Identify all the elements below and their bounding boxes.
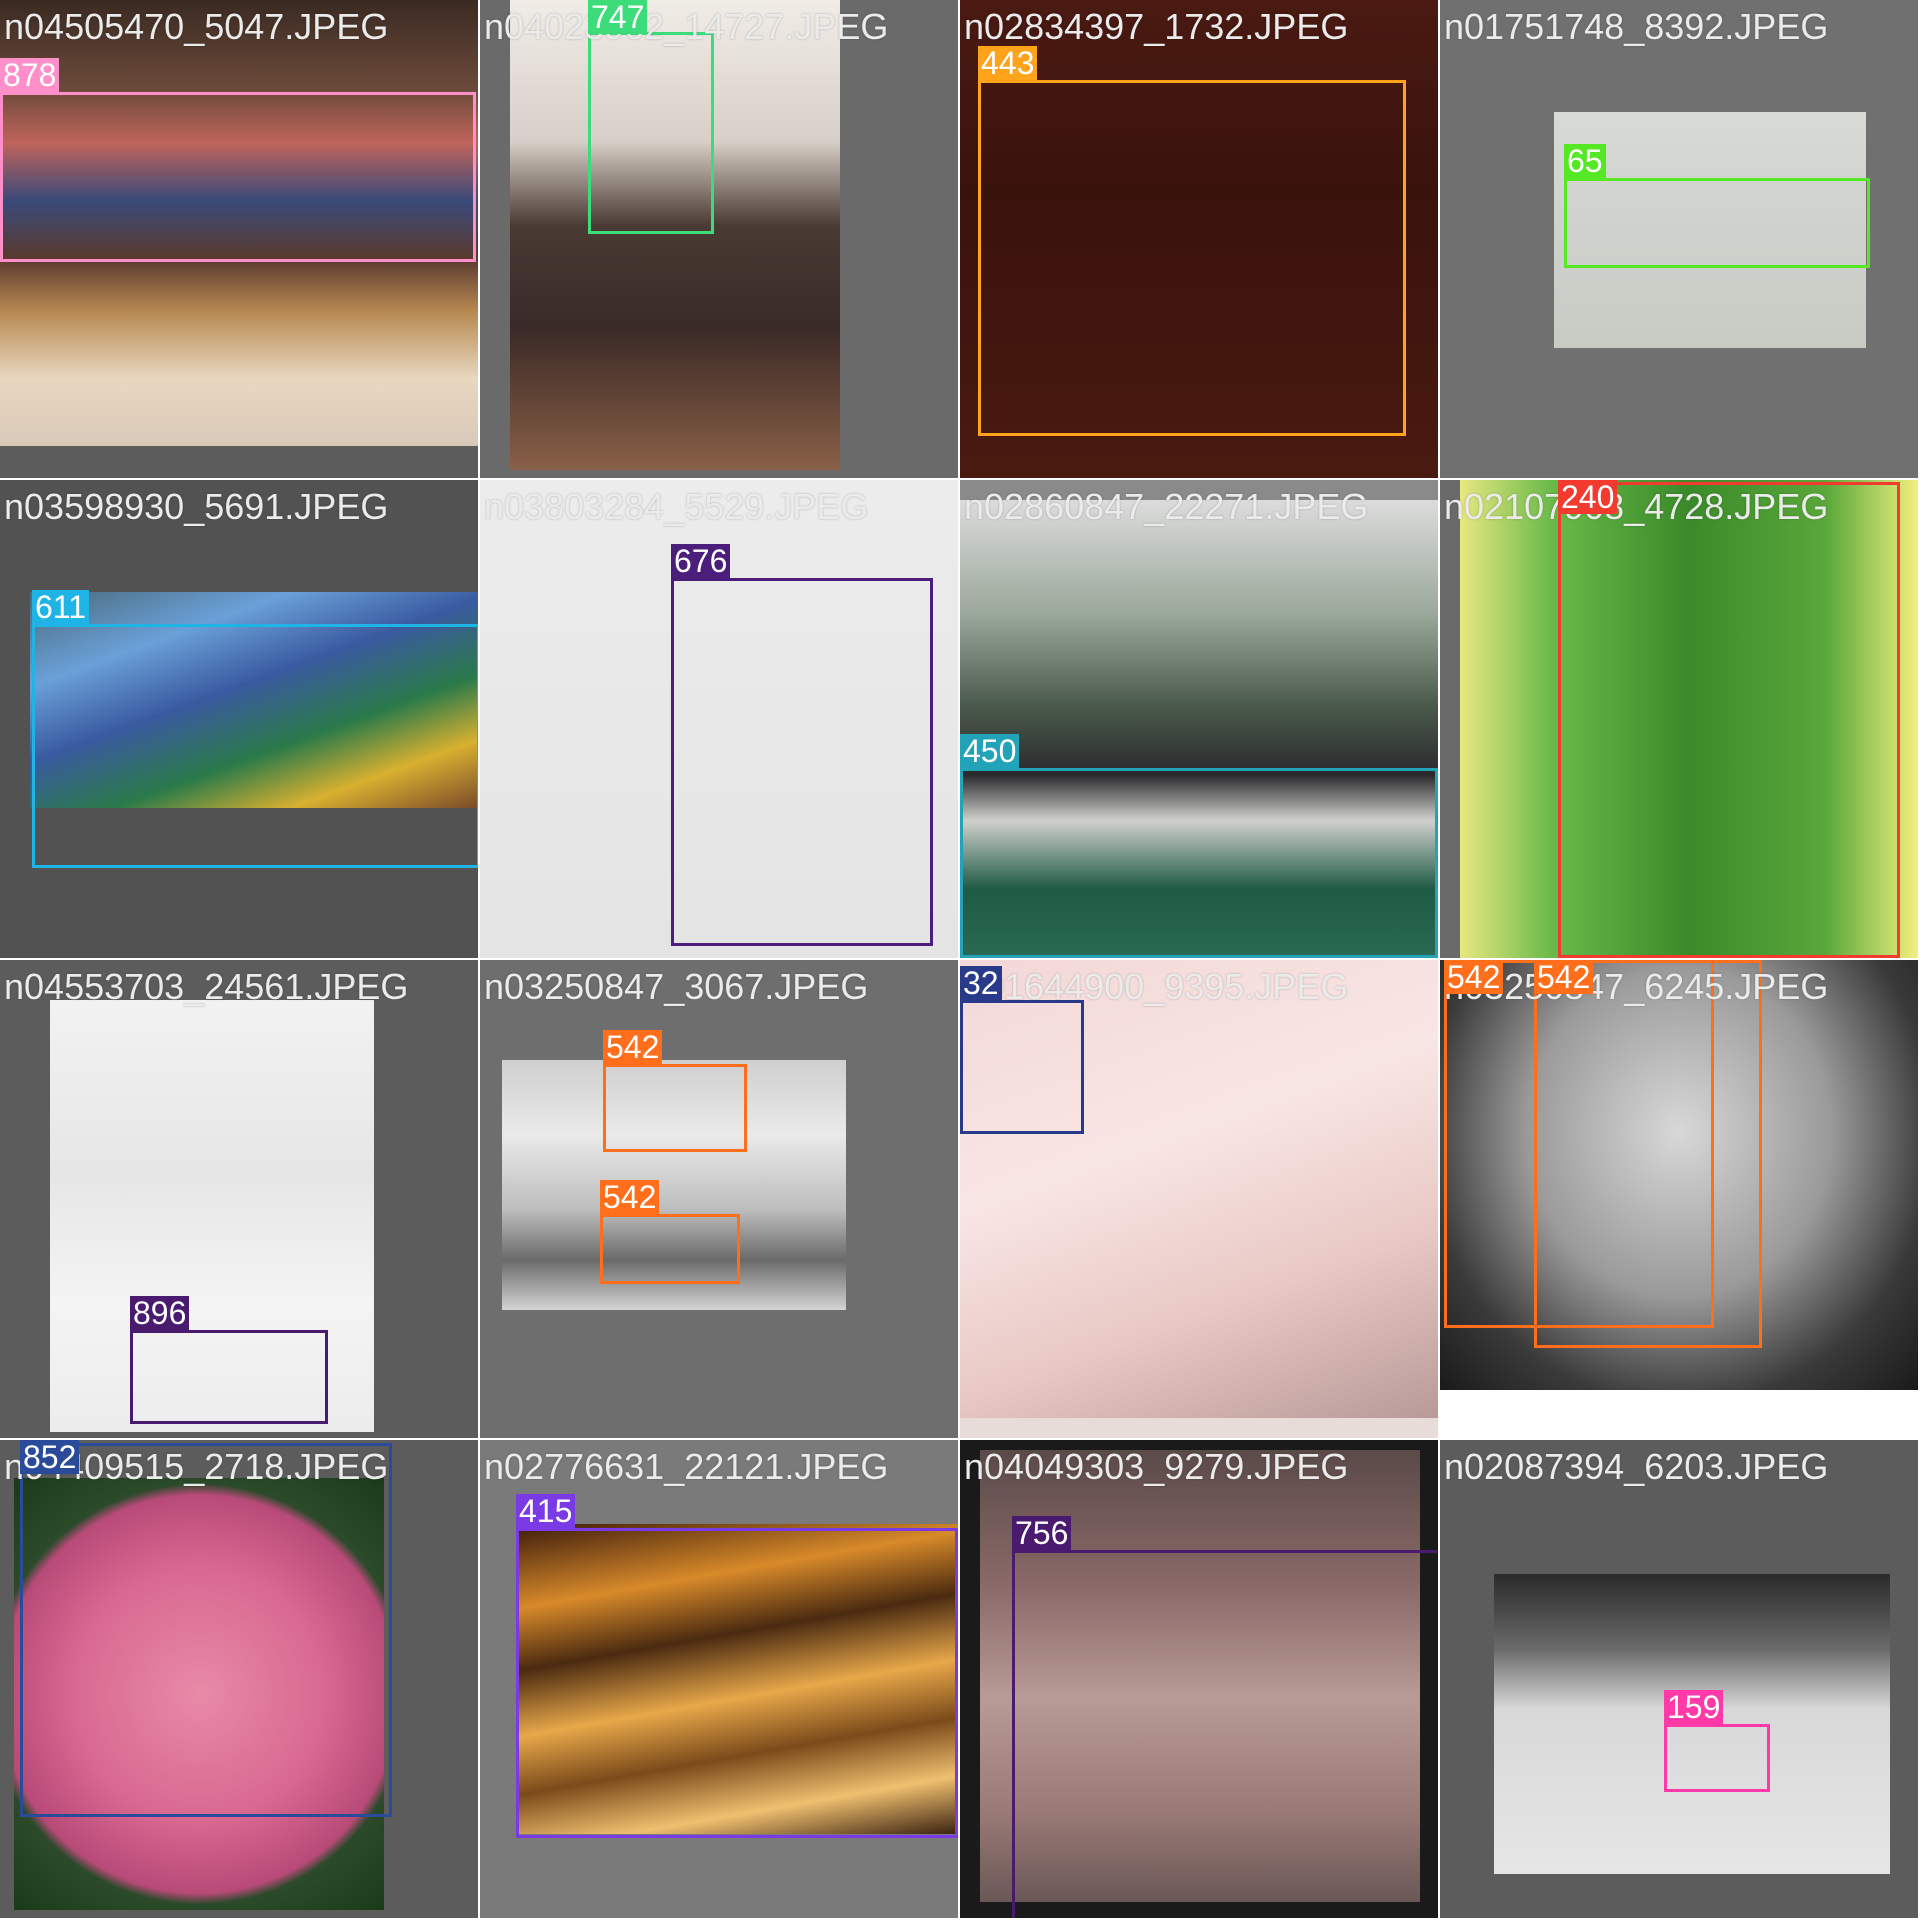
detection-label: 450 <box>960 734 1020 768</box>
grid-tile: 747 n04023962_14727.JPEG <box>480 0 958 478</box>
grid-tile: 852 n04409515_2718.JPEG <box>0 1440 478 1918</box>
detection-box <box>1564 178 1870 268</box>
detection-box <box>130 1330 328 1424</box>
tile-filename: n03250847_3067.JPEG <box>484 966 869 1007</box>
tile-filename: n03598930_5691.JPEG <box>4 486 389 527</box>
detection-label: 159 <box>1664 1690 1724 1724</box>
grid-tile: 896 n04553703_24561.JPEG <box>0 960 478 1438</box>
detection-box <box>960 1000 1084 1134</box>
tile-filename: n04505470_5047.JPEG <box>4 6 389 47</box>
detection-label: 542 <box>603 1030 663 1064</box>
tile-filename: n04023962_14727.JPEG <box>484 6 889 47</box>
detection-box <box>32 624 478 868</box>
detection-label: 878 <box>0 58 60 92</box>
detection-label: 240 <box>1558 480 1618 514</box>
detection-box <box>671 578 933 946</box>
detection-box <box>603 1064 747 1152</box>
detection-label: 65 <box>1564 144 1606 178</box>
tile-filename: n01644900_9395.JPEG <box>964 966 1349 1007</box>
tile-filename: n02107908_4728.JPEG <box>1444 486 1829 527</box>
grid-tile: 542 542 n03250847_6245.JPEG <box>1440 960 1918 1438</box>
tile-filename: n04553703_24561.JPEG <box>4 966 409 1007</box>
grid-tile: 878 n04505470_5047.JPEG <box>0 0 478 478</box>
detection-label: 415 <box>516 1494 576 1528</box>
grid-tile: 542 542 n03250847_3067.JPEG <box>480 960 958 1438</box>
tile-filename: n02776631_22121.JPEG <box>484 1446 889 1487</box>
tile-filename: n02834397_1732.JPEG <box>964 6 1349 47</box>
grid-tile: 65 n01751748_8392.JPEG <box>1440 0 1918 478</box>
detection-box <box>516 1528 958 1838</box>
tile-filename: n04049303_9279.JPEG <box>964 1446 1349 1487</box>
grid-tile: 756 n04049303_9279.JPEG <box>960 1440 1438 1918</box>
detection-box <box>588 32 714 234</box>
image-grid: 878 n04505470_5047.JPEG 747 n04023962_14727… <box>0 0 1920 1920</box>
detection-box <box>1558 482 1900 958</box>
tile-filename: n02860847_22271.JPEG <box>964 486 1369 527</box>
tile-filename: n02087394_6203.JPEG <box>1444 1446 1829 1487</box>
detection-label: 611 <box>32 590 90 624</box>
detection-label: 756 <box>1012 1516 1072 1550</box>
detection-label: 852 <box>20 1440 80 1474</box>
grid-tile: 240 n02107908_4728.JPEG <box>1440 480 1918 958</box>
detection-box <box>20 1443 392 1817</box>
grid-tile: 443 n02834397_1732.JPEG <box>960 0 1438 478</box>
tile-filename: n01751748_8392.JPEG <box>1444 6 1829 47</box>
detection-box <box>960 768 1438 958</box>
detection-label: 32 <box>960 966 1002 1000</box>
detection-label: 443 <box>978 46 1038 80</box>
detection-box <box>978 80 1406 436</box>
detection-label: 676 <box>671 544 731 578</box>
detection-box <box>600 1214 740 1284</box>
detection-label: 747 <box>588 0 648 34</box>
grid-tile: 32 n01644900_9395.JPEG <box>960 960 1438 1438</box>
grid-tile: 159 n02087394_6203.JPEG <box>1440 1440 1918 1918</box>
detection-box <box>1664 1724 1770 1792</box>
detection-label: 542 <box>600 1180 660 1214</box>
detection-box <box>1534 960 1762 1348</box>
grid-tile: 611 n03598930_5691.JPEG <box>0 480 478 958</box>
grid-tile: 450 n02860847_22271.JPEG <box>960 480 1438 958</box>
detection-label: 542 <box>1444 960 1504 994</box>
detection-label: 896 <box>130 1296 190 1330</box>
grid-tile: 676 n03803284_5529.JPEG <box>480 480 958 958</box>
grid-tile: 415 n02776631_22121.JPEG <box>480 1440 958 1918</box>
tile-filename: n03803284_5529.JPEG <box>484 486 869 527</box>
detection-label: 542 <box>1534 960 1594 994</box>
detection-box <box>1012 1550 1438 1918</box>
detection-box <box>0 92 476 262</box>
